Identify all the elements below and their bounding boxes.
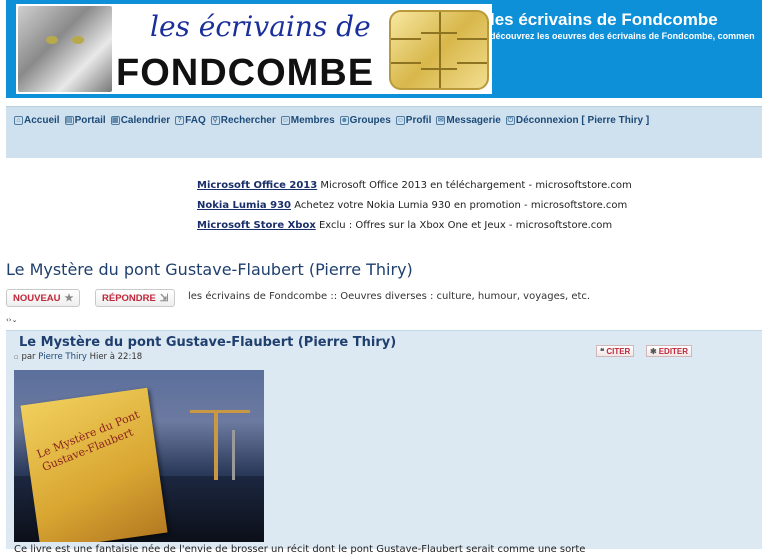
nav-item-accueil[interactable]: ⌂ Accueil — [14, 115, 60, 126]
book-cover-image: Le Mystère du Pont Gustave-Flaubert — [14, 370, 264, 542]
post-author[interactable]: Pierre Thiry — [38, 352, 87, 362]
ad-domain[interactable]: microsoftstore.com — [516, 220, 612, 231]
new-topic-label: NOUVEAU — [13, 292, 61, 304]
post-time: Hier à 22:18 — [89, 352, 143, 362]
ad-title-link[interactable]: Microsoft Office 2013 — [197, 180, 317, 191]
search-icon: ⚲ — [210, 116, 220, 125]
groups-icon: ☻ — [339, 116, 349, 125]
star-icon: ★ — [64, 292, 74, 304]
nav-item-label: Déconnexion [ Pierre Thiry ] — [515, 115, 650, 126]
ad-text: Exclu : Offres sur la Xbox One et Jeux - — [318, 220, 513, 231]
home-icon: ⌂ — [14, 116, 23, 125]
logo-top-text: les écrivains de — [150, 10, 371, 43]
cat-eye-left — [46, 36, 58, 44]
nav-item-label: Portail — [74, 115, 106, 126]
nav-item-profil[interactable]: ☺ Profil — [395, 115, 432, 126]
pylon — [232, 430, 235, 480]
quote-label: CITER — [606, 346, 631, 356]
nav-item-label: FAQ — [185, 115, 206, 126]
ad-domain[interactable]: microsoftstore.com — [535, 180, 631, 191]
calendar-icon: ▦ — [110, 116, 120, 125]
sponsored-links: Microsoft Office 2013 Microsoft Office 2… — [197, 176, 632, 236]
mail-icon: ✉ — [436, 116, 446, 125]
site-logo[interactable]: les écrivains de FONDCOMBE — [16, 4, 492, 94]
post-meta: ▫ par Pierre Thiry Hier à 22:18 — [14, 352, 142, 362]
new-topic-button[interactable]: NOUVEAU ★ — [6, 289, 81, 307]
nav-item-label: Membres — [290, 115, 335, 126]
reply-button[interactable]: RÉPONDRE ⇲ — [95, 289, 176, 307]
reply-label: RÉPONDRE — [102, 292, 156, 304]
edit-label: EDITER — [658, 346, 689, 356]
nav-item-label: Messagerie — [446, 115, 501, 126]
topic-title[interactable]: Le Mystère du pont Gustave-Flaubert (Pie… — [6, 260, 413, 279]
post-icon[interactable]: ▫ — [14, 353, 19, 361]
ad-item: Nokia Lumia 930 Achetez votre Nokia Lumi… — [197, 196, 632, 216]
nav-item-deconnexion[interactable]: ⏻ Déconnexion [ Pierre Thiry ] — [505, 115, 650, 126]
ad-domain[interactable]: microsoftstore.com — [531, 200, 627, 211]
nav-item-label: Rechercher — [220, 115, 276, 126]
profile-icon: ☺ — [395, 116, 405, 125]
book-cover: Le Mystère du Pont Gustave-Flaubert — [20, 387, 168, 542]
quote-icon: ❝ — [600, 346, 605, 356]
crane-tower — [214, 410, 218, 480]
book-cover-title: Le Mystère du Pont Gustave-Flaubert — [35, 407, 142, 474]
nav-item-label: Groupes — [349, 115, 391, 126]
logo-main-text: FONDCOMBE — [116, 52, 375, 94]
post-body-text: Ce livre est une fantaisie née de l'envi… — [14, 544, 586, 555]
ad-title-link[interactable]: Nokia Lumia 930 — [197, 200, 291, 211]
crane-arm — [190, 410, 250, 413]
post-meta-prefix: par — [21, 352, 36, 362]
site-subtitle: découvrez les oeuvres des écrivains de F… — [490, 31, 755, 41]
edit-button[interactable]: ✱ EDITER — [646, 345, 693, 357]
breadcrumb[interactable]: les écrivains de Fondcombe :: Oeuvres di… — [188, 291, 590, 302]
edit-icon: ✱ — [650, 346, 657, 356]
post-title[interactable]: Le Mystère du pont Gustave-Flaubert (Pie… — [19, 335, 396, 350]
collapse-arrows-icon[interactable]: ‹›⌄ — [6, 316, 17, 324]
nav-item-label: Accueil — [24, 115, 60, 126]
portal-icon: ▤ — [64, 116, 74, 125]
faq-icon: ? — [175, 116, 185, 125]
chip-card-icon — [389, 10, 489, 90]
ad-text: Achetez votre Nokia Lumia 930 en promoti… — [294, 200, 528, 211]
nav-item-groupes[interactable]: ☻ Groupes — [339, 115, 391, 126]
post-container: Le Mystère du pont Gustave-Flaubert (Pie… — [6, 330, 762, 555]
cat-eye-right — [72, 36, 84, 44]
ad-text: Microsoft Office 2013 en téléchargement … — [320, 180, 533, 191]
ad-item: Microsoft Office 2013 Microsoft Office 2… — [197, 176, 632, 196]
nav-items: ⌂ Accueil ▤ Portail ▦ Calendrier? FAQ ⚲ Recherch… — [14, 115, 649, 126]
quote-button[interactable]: ❝ CITER — [596, 345, 635, 357]
nav-item-label: Profil — [405, 115, 432, 126]
nav-item-portail[interactable]: ▤ Portail — [64, 115, 106, 126]
main-navbar: ⌂ Accueil ▤ Portail ▦ Calendrier? FAQ ⚲ Recherch… — [6, 106, 762, 158]
reply-arrow-icon: ⇲ — [159, 292, 169, 304]
ad-item: Microsoft Store Xbox Exclu : Offres sur … — [197, 216, 632, 236]
nav-item-messagerie[interactable]: ✉ Messagerie — [436, 115, 501, 126]
nav-item-membres[interactable]: ☺ Membres — [280, 115, 335, 126]
logout-icon: ⏻ — [505, 116, 515, 125]
ad-title-link[interactable]: Microsoft Store Xbox — [197, 220, 316, 231]
nav-item-label: Calendrier — [120, 115, 171, 126]
nav-item-rechercher[interactable]: ⚲ Rechercher — [210, 115, 276, 126]
site-title[interactable]: les écrivains de Fondcombe — [490, 10, 718, 30]
cat-photo — [18, 6, 112, 92]
site-header: les écrivains de FONDCOMBE les écrivains… — [6, 0, 762, 98]
nav-item-calendrier[interactable]: ▦ Calendrier — [110, 115, 171, 126]
members-icon: ☺ — [280, 116, 290, 125]
nav-item-faq[interactable]: ? FAQ — [175, 115, 206, 126]
